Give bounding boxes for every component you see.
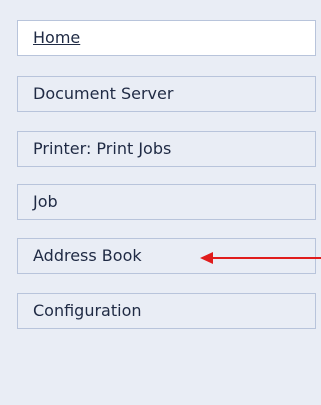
sidebar-item-label: Home: [33, 28, 81, 47]
sidebar-item-printer-print-jobs[interactable]: Printer: Print Jobs: [17, 131, 316, 167]
sidebar-item-label: Address Book: [33, 246, 142, 265]
sidebar-item-home[interactable]: Home: [17, 20, 316, 56]
red-arrow-icon: [200, 252, 321, 264]
sidebar-item-label: Printer: Print Jobs: [33, 139, 172, 158]
sidebar-item-document-server[interactable]: Document Server: [17, 76, 316, 112]
sidebar-item-configuration[interactable]: Configuration: [17, 293, 316, 329]
sidebar-item-label: Document Server: [33, 84, 174, 103]
sidebar-nav: Home Document Server Printer: Print Jobs…: [0, 0, 321, 405]
sidebar-item-label: Configuration: [33, 301, 142, 320]
sidebar-item-label: Job: [33, 192, 58, 211]
sidebar-item-job[interactable]: Job: [17, 184, 316, 220]
